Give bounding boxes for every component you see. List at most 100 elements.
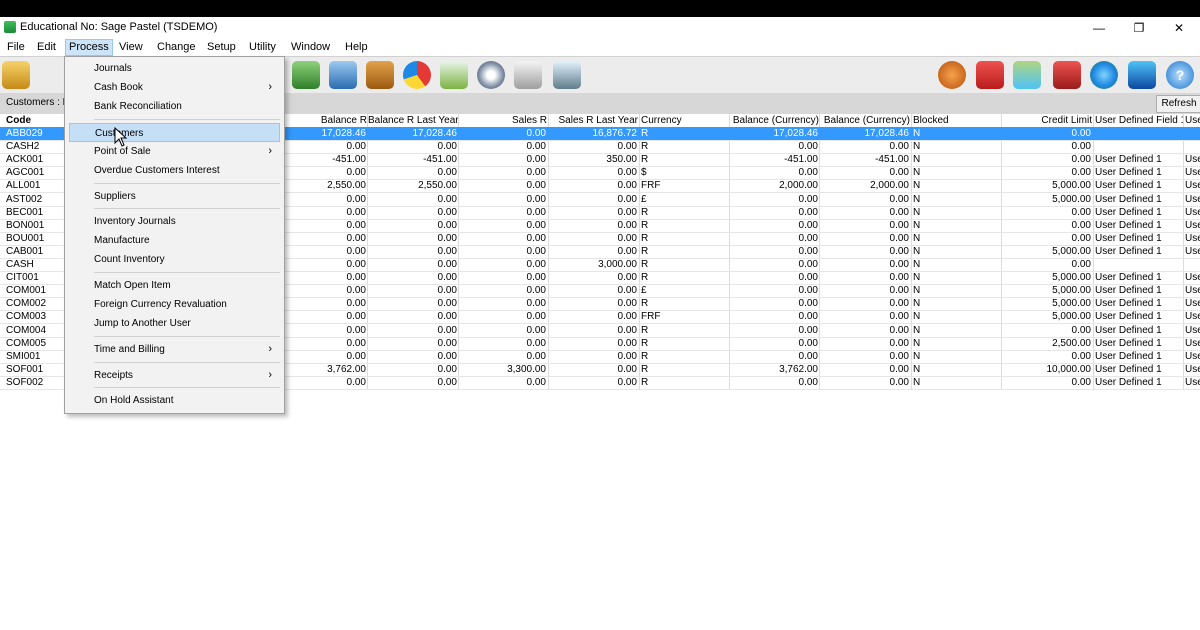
col-blocked[interactable]: Blocked — [913, 114, 1001, 127]
refresh-button[interactable]: Refresh — [1156, 95, 1200, 113]
menu-item-label: Point of Sale — [94, 146, 151, 157]
menu-item-customers[interactable]: Customers — [69, 123, 280, 142]
menu-item-count-inventory[interactable]: Count Inventory — [69, 250, 280, 269]
cell-balance-currency-2: -451.00 — [875, 154, 909, 166]
cell-user-defined-1: User Defined 1 — [1095, 350, 1162, 362]
rss-icon[interactable] — [976, 61, 1004, 89]
calculator-icon[interactable] — [553, 61, 581, 89]
col-balance-currency-2[interactable]: Balance (Currency) — [820, 114, 910, 127]
menu-item-bank-reconciliation[interactable]: Bank Reconciliation — [69, 97, 280, 116]
cell-blocked: N — [913, 167, 921, 179]
menu-separator — [94, 336, 280, 337]
cell-sales: 0.00 — [526, 180, 546, 192]
menu-item-manufacture[interactable]: Manufacture — [69, 231, 280, 250]
cell-balance-currency-2: 0.00 — [889, 141, 909, 153]
minimize-button[interactable]: — — [1084, 19, 1114, 37]
col-balance[interactable]: Balance R — [284, 114, 367, 127]
globe-icon[interactable] — [1090, 61, 1118, 89]
menu-item-foreign-currency-revaluation[interactable]: Foreign Currency Revaluation — [69, 295, 280, 314]
menu-item-label: Bank Reconciliation — [94, 101, 182, 112]
col-balance-currency[interactable]: Balance (Currency) — [730, 114, 819, 127]
network-icon[interactable] — [1013, 61, 1041, 89]
cell-balance-last-year: 0.00 — [437, 324, 457, 336]
cell-sales: 0.00 — [526, 193, 546, 205]
cell-balance-currency-2: 0.00 — [889, 245, 909, 257]
customers-icon[interactable] — [292, 61, 320, 89]
menu-window[interactable]: Window — [288, 40, 333, 55]
submenu-arrow-icon: › — [268, 369, 272, 381]
col-balance-last-year[interactable]: Balance R Last Year — [368, 114, 458, 127]
maximize-button[interactable]: ❐ — [1124, 19, 1154, 37]
menu-change[interactable]: Change — [154, 40, 199, 55]
cell-sales-last-year: 0.00 — [617, 180, 637, 192]
cell-sales: 0.00 — [526, 298, 546, 310]
basketball-icon[interactable] — [938, 61, 966, 89]
dashboard-icon[interactable] — [477, 61, 505, 89]
col-credit-limit[interactable]: Credit Limit — [1002, 114, 1092, 127]
cell-blocked: N — [913, 376, 921, 388]
col-user-defined-2[interactable]: Use — [1185, 114, 1200, 127]
menu-help[interactable]: Help — [342, 40, 371, 55]
cell-balance-currency: 0.00 — [798, 259, 818, 270]
menu-item-point-of-sale[interactable]: Point of Sale › — [69, 142, 280, 161]
pie-chart-icon[interactable] — [403, 61, 431, 89]
cell-user-defined-1 — [1095, 127, 1181, 140]
cell-sales-last-year: 0.00 — [617, 376, 637, 388]
cell-balance-currency: 0.00 — [798, 324, 818, 336]
menu-process[interactable]: Process — [65, 39, 113, 56]
col-user-defined-1[interactable]: User Defined Field 1 — [1095, 114, 1183, 127]
cell-user-defined-1: User Defined 1 — [1095, 154, 1162, 166]
menu-item-jump-to-another-user[interactable]: Jump to Another User — [69, 314, 280, 333]
help-icon[interactable]: ? — [1166, 61, 1194, 89]
menu-item-suppliers[interactable]: Suppliers — [69, 187, 280, 206]
cell-balance: 0.00 — [346, 376, 366, 388]
open-folder-icon[interactable] — [2, 61, 30, 89]
cell-balance-last-year: 0.00 — [437, 219, 457, 231]
cell-balance-last-year: 0.00 — [437, 167, 457, 179]
cell-balance: 0.00 — [346, 311, 366, 323]
menu-item-time-and-billing[interactable]: Time and Billing › — [69, 340, 280, 359]
cell-credit-limit: 0.00 — [1071, 128, 1091, 139]
cell-sales-last-year: 0.00 — [617, 337, 637, 349]
cell-currency: R — [641, 298, 649, 310]
menu-item-overdue-customers-interest[interactable]: Overdue Customers Interest — [69, 161, 280, 180]
cell-balance: 17,028.46 — [321, 128, 367, 139]
cell-balance-currency-2: 0.00 — [889, 298, 909, 310]
cell-balance: 0.00 — [346, 272, 366, 284]
cell-code: COM004 — [6, 324, 47, 336]
menu-edit[interactable]: Edit — [34, 40, 59, 55]
documents-icon[interactable] — [514, 61, 542, 89]
cell-code: COM002 — [6, 298, 47, 310]
col-currency[interactable]: Currency — [641, 114, 729, 127]
cell-balance-currency: -451.00 — [784, 154, 818, 166]
menu-view[interactable]: View — [116, 40, 146, 55]
close-button[interactable]: ✕ — [1164, 19, 1194, 37]
menu-item-inventory-journals[interactable]: Inventory Journals — [69, 212, 280, 231]
cell-sales-last-year: 3,000.00 — [598, 259, 637, 270]
menu-item-cash-book[interactable]: Cash Book › — [69, 78, 280, 97]
menu-utility[interactable]: Utility — [246, 40, 279, 55]
menu-file[interactable]: File — [4, 40, 28, 55]
shopping-basket-icon[interactable] — [1128, 61, 1156, 89]
inventory-icon[interactable] — [366, 61, 394, 89]
menu-item-match-open-item[interactable]: Match Open Item — [69, 276, 280, 295]
excel-export-icon[interactable] — [440, 61, 468, 89]
col-sales-last-year[interactable]: Sales R Last Year — [549, 114, 639, 127]
cell-sales: 0.00 — [526, 206, 546, 218]
cell-balance-currency: 17,028.46 — [773, 128, 819, 139]
cell-currency: £ — [641, 193, 647, 205]
menu-item-journals[interactable]: Journals — [69, 59, 280, 78]
col-sales[interactable]: Sales R — [459, 114, 547, 127]
cell-blocked: N — [913, 180, 921, 192]
cell-user-defined-2: Use — [1185, 298, 1200, 310]
cell-sales: 0.00 — [526, 324, 546, 336]
suppliers-icon[interactable] — [329, 61, 357, 89]
menu-item-label: Cash Book — [94, 82, 143, 93]
menu-setup[interactable]: Setup — [204, 40, 239, 55]
col-code[interactable]: Code — [6, 114, 66, 127]
cell-user-defined-1: User Defined 1 — [1095, 376, 1162, 388]
cell-user-defined-1: User Defined 1 — [1095, 272, 1162, 284]
menu-item-on-hold-assistant[interactable]: On Hold Assistant — [69, 391, 280, 410]
menu-item-receipts[interactable]: Receipts › — [69, 366, 280, 385]
edit-document-icon[interactable] — [1053, 61, 1081, 89]
